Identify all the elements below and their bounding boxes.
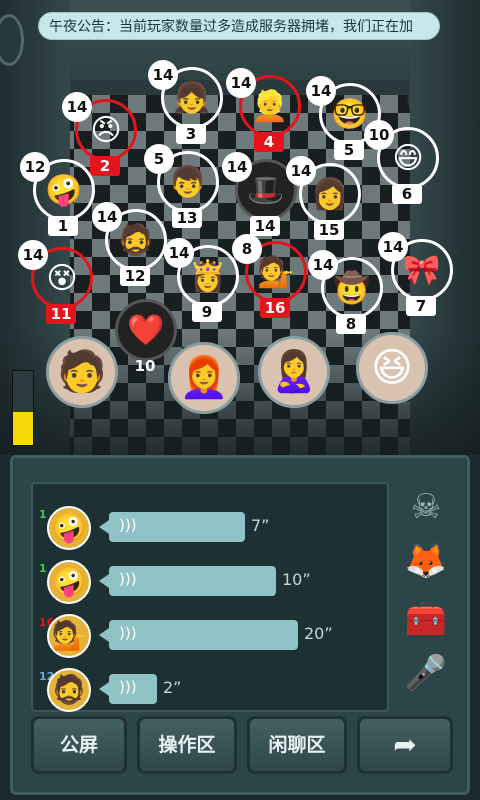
player-seat[interactable]: 🧔 14 12 [92, 202, 172, 286]
player-seat[interactable]: 👩 14 15 [286, 156, 366, 240]
operation-area-button[interactable]: 操作区 [137, 716, 237, 774]
chest-icon[interactable]: 🧰 [401, 594, 451, 644]
player-level-badge: 14 [222, 152, 252, 182]
seat-number: 8 [336, 314, 366, 334]
seat-number: 13 [172, 208, 202, 228]
seat-number: 15 [314, 220, 344, 240]
player-level-badge: 5 [144, 144, 174, 174]
seat-number: 5 [334, 140, 364, 160]
voice-message[interactable]: 1 🤪))) 7” [33, 506, 383, 554]
voice-duration: 2” [163, 678, 182, 697]
player-level-badge: 14 [378, 232, 408, 262]
voice-message[interactable]: 1 🤪))) 10” [33, 560, 383, 608]
seat-number: 6 [392, 184, 422, 204]
seat-number: 4 [254, 132, 284, 152]
public-screen-button[interactable]: 公屏 [31, 716, 127, 774]
voice-message[interactable]: 16 💁))) 20” [33, 614, 383, 662]
player-level-badge: 14 [226, 68, 256, 98]
player-level-badge: 14 [148, 60, 178, 90]
voice-duration: 7” [251, 516, 270, 535]
voice-wave-icon: ))) [119, 516, 137, 534]
spectator-avatar[interactable]: 🧑 [46, 336, 118, 408]
notice-banner: 午夜公告：当前玩家数量过多造成服务器拥堵，我们正在加 [38, 12, 440, 40]
share-arrow-icon: ➦ [393, 728, 417, 761]
voice-bubble[interactable]: ))) [99, 674, 157, 704]
chat-panel: 1 🤪))) 7” 1 🤪))) 10” 16 💁))) 20” 12 🧔))) 2” ☠ 🦊 🧰 🎤… [10, 455, 470, 795]
player-seat[interactable]: 💁 8 16 [232, 234, 312, 318]
player-level-badge: 14 [306, 76, 336, 106]
spectator-avatar[interactable]: 😆 [356, 332, 428, 404]
sender-avatar: 🤪 [47, 560, 91, 604]
player-level-badge: 14 [92, 202, 122, 232]
seat-number: 7 [406, 296, 436, 316]
seat-number: 11 [46, 304, 76, 324]
spectator-avatar[interactable]: 👩‍🦰 [168, 342, 240, 414]
seat-number: 1 [48, 216, 78, 236]
player-level-badge: 14 [164, 238, 194, 268]
player-level-badge: 14 [62, 92, 92, 122]
sender-level: 1 [39, 562, 47, 575]
chat-area-button[interactable]: 闲聊区 [247, 716, 347, 774]
player-level-badge: 10 [364, 120, 394, 150]
sender-level: 1 [39, 508, 47, 521]
voice-message[interactable]: 12 🧔))) 2” [33, 668, 383, 716]
seat-number: 16 [260, 298, 290, 318]
voice-bubble[interactable]: ))) [99, 620, 298, 650]
player-seat[interactable]: 🤪 12 1 [20, 152, 100, 236]
voice-duration: 10” [282, 570, 311, 589]
sender-avatar: 💁 [47, 614, 91, 658]
seat-number: 3 [176, 124, 206, 144]
turn-timer-bar [12, 370, 34, 446]
voice-duration: 20” [304, 624, 333, 643]
player-level-badge: 14 [308, 250, 338, 280]
player-avatar: ❤️ [115, 299, 177, 361]
player-level-badge: 14 [286, 156, 316, 186]
seat-number: 9 [192, 302, 222, 322]
player-seat[interactable]: 🤠 14 8 [308, 250, 388, 334]
voice-message-list[interactable]: 1 🤪))) 7” 1 🤪))) 10” 16 💁))) 20” 12 🧔))) 2” [31, 482, 389, 712]
player-level-badge: 8 [232, 234, 262, 264]
player-level-badge: 14 [18, 240, 48, 270]
voice-bubble[interactable]: ))) [99, 566, 276, 596]
player-seat[interactable]: 😵 14 11 [18, 240, 98, 324]
player-seat[interactable]: 🎀 14 7 [378, 232, 458, 316]
player-level-badge: 12 [20, 152, 50, 182]
game-room: 午夜公告：当前玩家数量过多造成服务器拥堵，我们正在加 😠 14 2 👧 14 3 👱 14 4 🤓… [0, 0, 480, 455]
seat-number: 14 [250, 216, 280, 236]
skull-icon[interactable]: ☠ [401, 482, 451, 532]
spectator-avatar[interactable]: 🙎‍♀️ [258, 336, 330, 408]
sender-avatar: 🧔 [47, 668, 91, 712]
microphone-icon[interactable]: 🎤 [401, 648, 451, 698]
turn-timer-fill [13, 411, 33, 445]
voice-bubble[interactable]: ))) [99, 512, 245, 542]
player-seat[interactable]: 😄 10 6 [364, 120, 444, 204]
voice-wave-icon: ))) [119, 678, 137, 696]
fox-icon[interactable]: 🦊 [401, 536, 451, 586]
voice-wave-icon: ))) [119, 624, 137, 642]
seat-number: 10 [134, 357, 156, 375]
voice-wave-icon: ))) [119, 570, 137, 588]
seat-number: 12 [120, 266, 150, 286]
share-button[interactable]: ➦ [357, 716, 453, 774]
player-seat[interactable]: 👧 14 3 [148, 60, 228, 144]
player-seat[interactable]: 👱 14 4 [226, 68, 306, 152]
sender-avatar: 🤪 [47, 506, 91, 550]
